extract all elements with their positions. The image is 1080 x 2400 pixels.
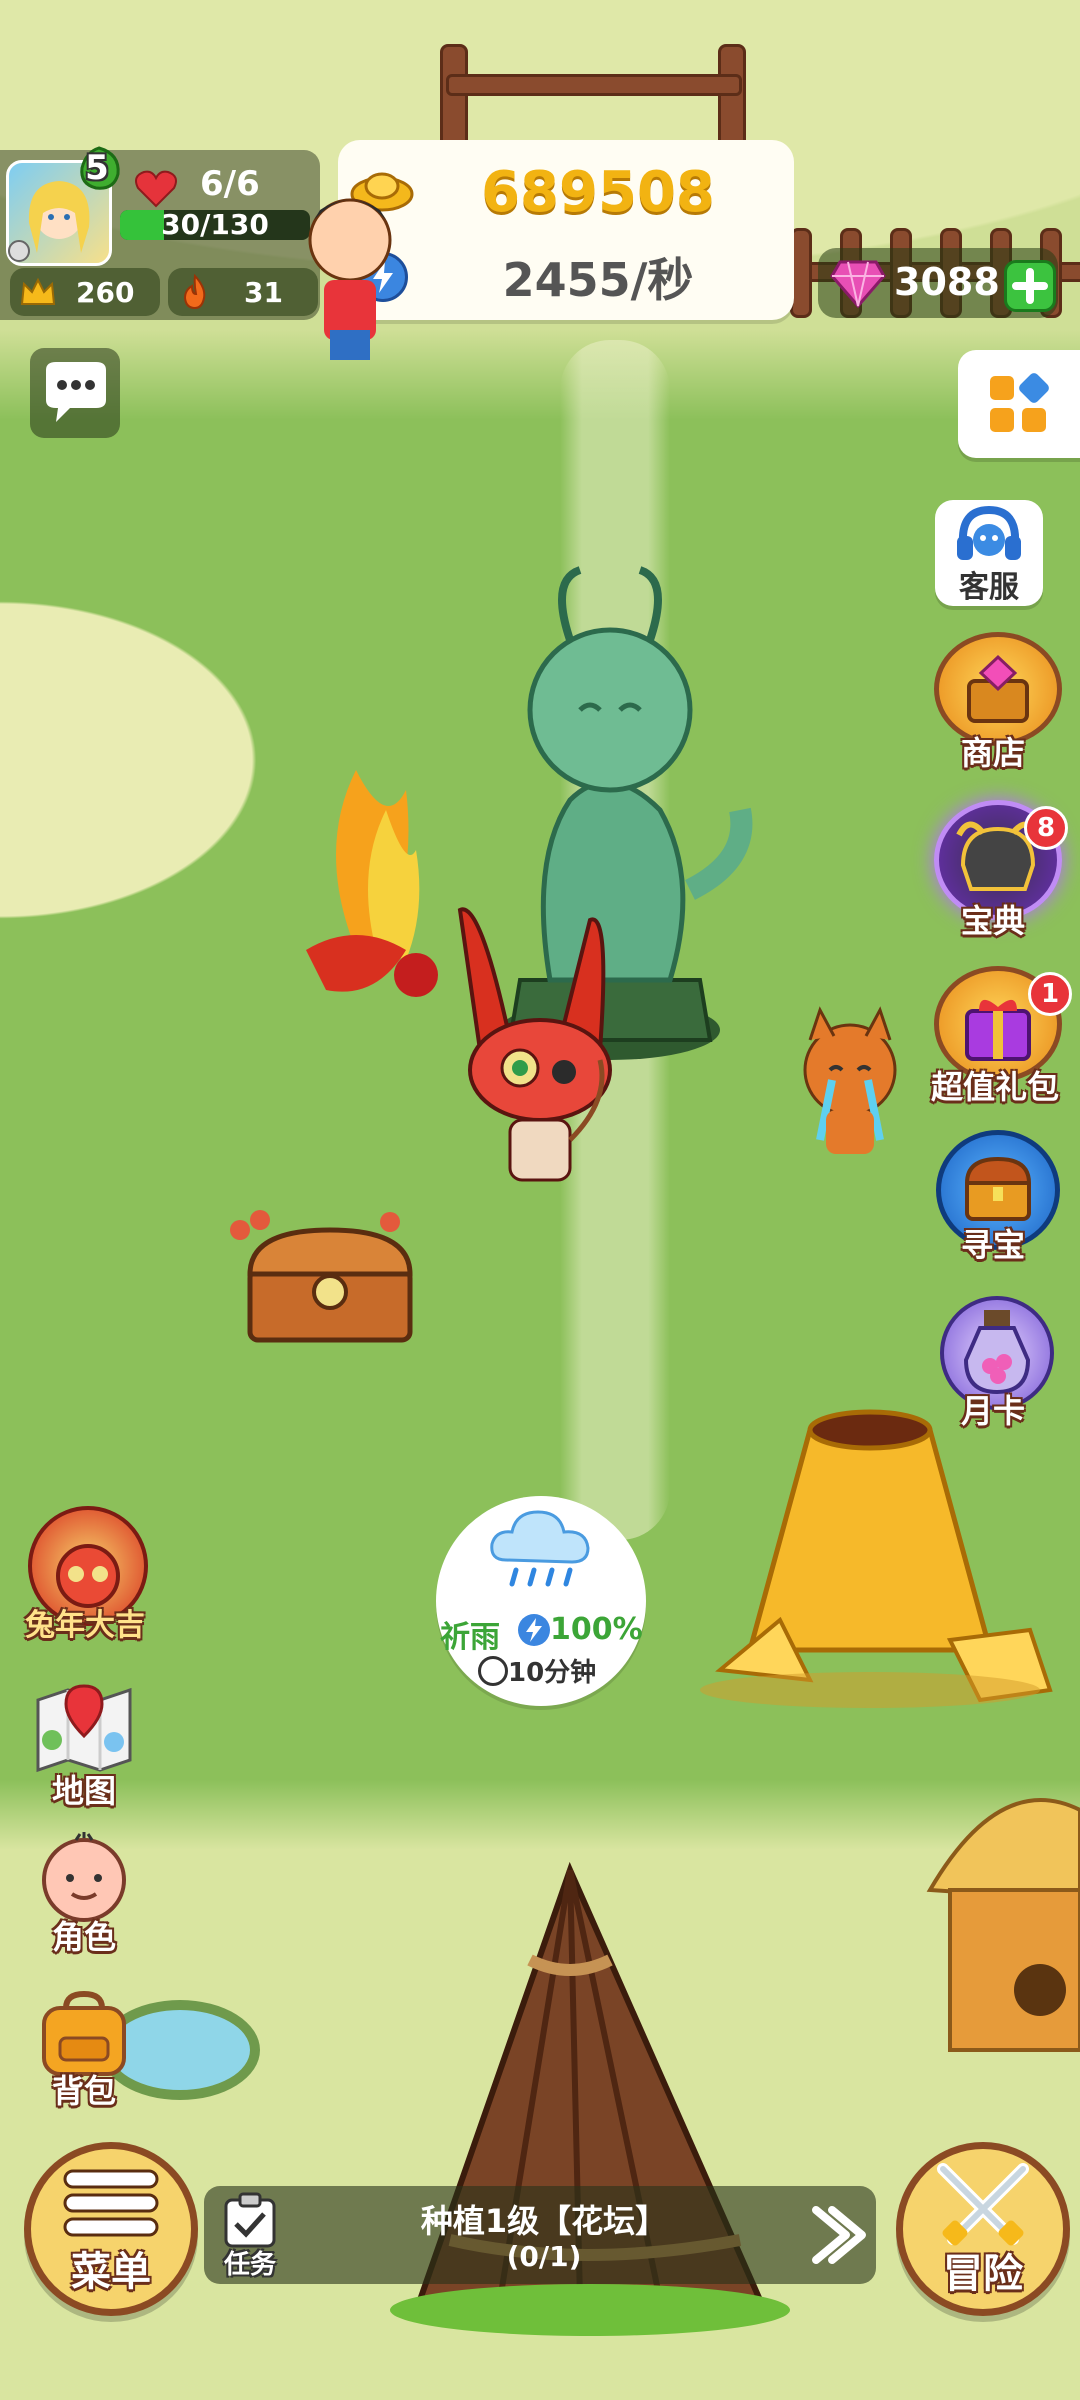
- ground-treasure-chest[interactable]: [230, 1210, 430, 1350]
- crown-pill: 260: [10, 268, 160, 316]
- backpack-button[interactable]: 背包: [24, 1986, 144, 2116]
- hearts-count: 6/6: [200, 164, 260, 204]
- fire-icon: [183, 274, 206, 310]
- map-pin-icon: [36, 1684, 132, 1773]
- weather-time: 10分钟: [508, 1658, 597, 1688]
- crying-panda-npc: [803, 1006, 897, 1154]
- weather-panel[interactable]: 祈雨 100% 10分钟: [436, 1496, 646, 1706]
- gift-pack-badge: 1: [1028, 972, 1072, 1016]
- map-button[interactable]: 地图: [24, 1680, 144, 1810]
- task-title: 种植1级【花坛】: [420, 2202, 668, 2240]
- headset-icon: [957, 505, 1021, 560]
- rabbit-event-button[interactable]: 兔年大吉: [10, 1500, 160, 1650]
- customer-service-label: 客服: [959, 570, 1019, 605]
- gift-pack-button[interactable]: 1 超值礼包: [920, 966, 1072, 1106]
- crossed-swords-icon: [937, 2163, 1029, 2246]
- more-features-button[interactable]: [958, 350, 1080, 458]
- npc-boy: [308, 198, 392, 360]
- task-button[interactable]: 任务: [210, 2190, 290, 2280]
- chat-bubble-icon: [46, 362, 106, 422]
- task-progress: (0/1): [506, 2240, 582, 2273]
- clock-icon: [478, 1656, 508, 1686]
- rabbit-event-label: 兔年大吉: [25, 1608, 145, 1643]
- weather-lightning-icon: [518, 1614, 550, 1646]
- gift-pack-label: 超值礼包: [930, 1068, 1059, 1106]
- crown-count: 260: [76, 276, 135, 309]
- task-label: 任务: [223, 2250, 276, 2280]
- character-face-icon: [42, 1832, 126, 1922]
- character-label: 角色: [51, 1918, 116, 1956]
- weather-name: 祈雨: [440, 1620, 500, 1655]
- treasury-badge: 8: [1024, 806, 1068, 850]
- gem-amount: 3088: [894, 260, 1000, 304]
- rain-cloud-icon: [490, 1510, 590, 1587]
- chat-button[interactable]: [30, 348, 120, 438]
- thatched-hut[interactable]: [920, 1750, 1080, 2070]
- map-label: 地图: [51, 1772, 116, 1810]
- character-button[interactable]: 角色: [24, 1828, 144, 1958]
- adventure-label: 冒险: [943, 2251, 1023, 2297]
- main-menu-button[interactable]: 菜单: [24, 2142, 198, 2316]
- main-menu-label: 菜单: [71, 2249, 151, 2295]
- weather-percent: 100%: [550, 1612, 643, 1647]
- treasure-hunt-label: 寻宝: [960, 1226, 1025, 1264]
- golden-volcano[interactable]: [700, 1390, 1080, 1710]
- task-go-button[interactable]: [802, 2196, 872, 2274]
- hero-character: [457, 907, 612, 1182]
- settings-gear-icon[interactable]: [8, 240, 30, 262]
- adventure-button[interactable]: 冒险: [896, 2142, 1070, 2316]
- list-menu-icon: [63, 2169, 159, 2237]
- income-rate: 2455/秒: [502, 253, 694, 307]
- crown-icon: [20, 277, 56, 305]
- fence-rail: [446, 74, 742, 96]
- backpack-label: 背包: [51, 2072, 116, 2110]
- plus-icon: [1012, 268, 1048, 304]
- gem-icon: [830, 260, 886, 308]
- gold-amount: 689508: [481, 160, 715, 225]
- add-gems-button[interactable]: [1004, 260, 1056, 312]
- fire-count: 31: [244, 276, 283, 309]
- customer-service-button[interactable]: 客服: [935, 500, 1043, 606]
- shop-button[interactable]: 商店: [928, 632, 1062, 772]
- treasure-hunt-button[interactable]: 寻宝: [928, 1130, 1060, 1270]
- arrow-right-icon: [812, 2206, 866, 2264]
- heart-icon: [134, 168, 178, 208]
- fence-post: [440, 44, 468, 150]
- player-level: 5: [85, 148, 109, 188]
- task-bar[interactable]: 任务 种植1级【花坛】 (0/1): [204, 2186, 876, 2284]
- fence-post: [718, 44, 746, 150]
- clipboard-check-icon: [224, 2192, 276, 2248]
- treasury-label: 宝典: [960, 902, 1025, 940]
- shop-label: 商店: [960, 734, 1025, 772]
- grid-apps-icon: [990, 373, 1049, 432]
- treasury-button[interactable]: 8 宝典: [928, 800, 1068, 940]
